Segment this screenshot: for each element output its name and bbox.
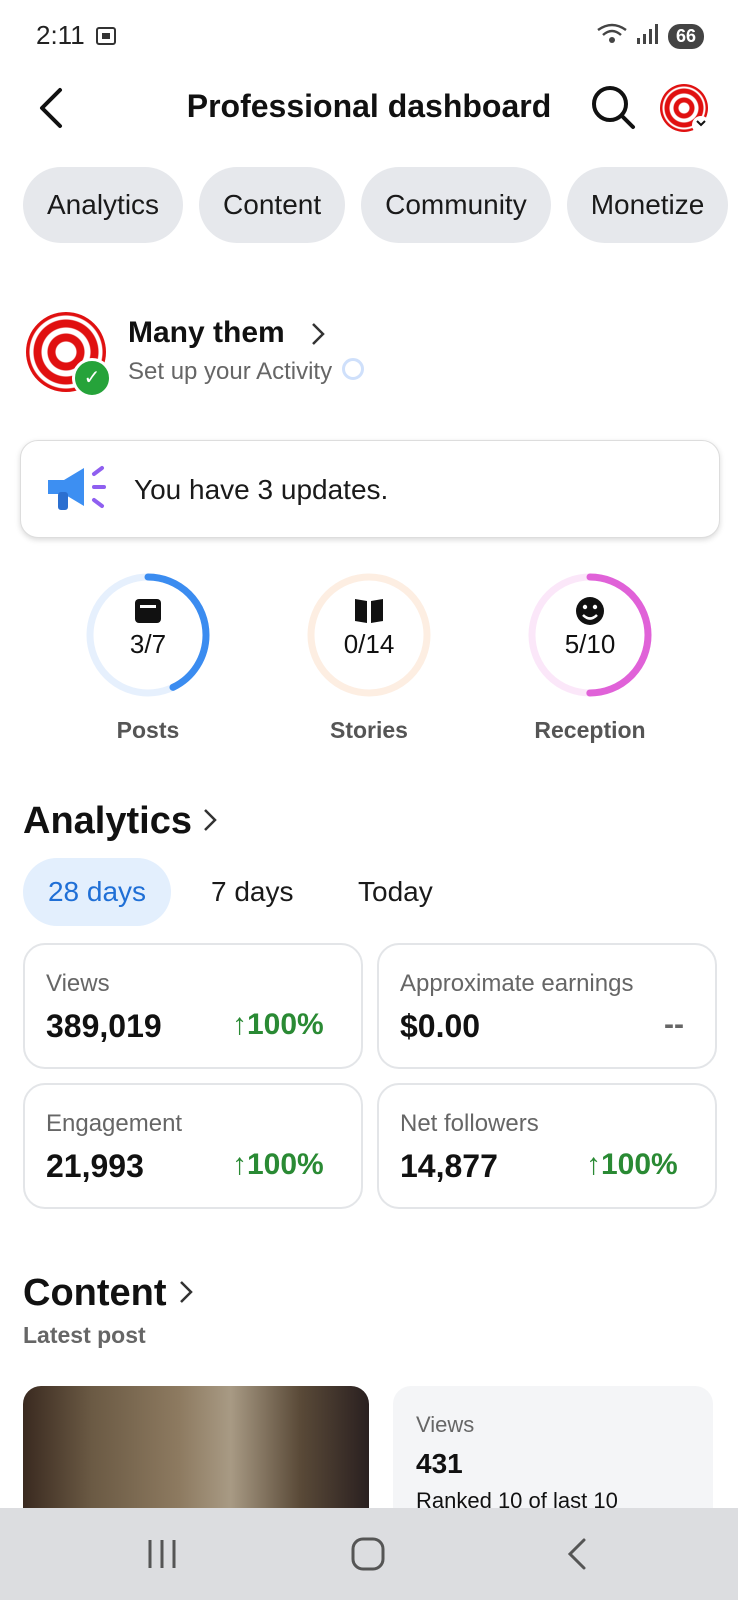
chevron-down-icon[interactable]	[692, 116, 710, 134]
ring-label: Reception	[534, 717, 646, 743]
reception-icon	[576, 597, 604, 625]
metric-card-earnings[interactable]	[377, 943, 717, 1069]
metric-change: ↑100%	[232, 1008, 324, 1042]
metric-label: Approximate earnings	[400, 970, 634, 997]
metric-card-views[interactable]	[23, 943, 363, 1069]
metric-label: Engagement	[46, 1110, 183, 1137]
check-icon: ✓	[72, 358, 112, 398]
nav-back-icon[interactable]	[560, 1536, 596, 1577]
post-views-label: Views	[416, 1412, 475, 1437]
period-28-days[interactable]: 28 days	[23, 858, 171, 926]
latest-post-label: Latest post	[23, 1322, 146, 1348]
arrow-up-icon: ↑	[232, 1148, 247, 1181]
progress-spinner-icon	[342, 358, 364, 380]
metric-change-value: 100%	[247, 1008, 324, 1041]
status-time: 2:11	[36, 20, 85, 50]
period-7-days[interactable]: 7 days	[211, 858, 294, 926]
metric-value: $0.00	[400, 1008, 481, 1044]
arrow-up-icon: ↑	[586, 1148, 601, 1181]
wifi-icon	[596, 22, 628, 51]
content-title[interactable]: Content	[23, 1272, 167, 1315]
metric-change: --	[664, 1008, 684, 1041]
metric-change-value: 100%	[601, 1148, 678, 1181]
metric-change-value: 100%	[247, 1148, 324, 1181]
profile-name[interactable]: Many them	[128, 316, 285, 350]
post-views-value: 431	[416, 1448, 463, 1479]
recent-apps-icon[interactable]	[144, 1536, 180, 1577]
metric-card-net-followers[interactable]	[377, 1083, 717, 1209]
period-today[interactable]: Today	[358, 858, 433, 926]
metric-change: ↑100%	[232, 1148, 324, 1182]
ring-value: 0/14	[343, 629, 395, 659]
posts-icon	[135, 599, 161, 623]
metric-label: Net followers	[400, 1110, 539, 1137]
metric-card-engagement[interactable]	[23, 1083, 363, 1209]
chevron-right-icon[interactable]	[308, 320, 328, 353]
tab-chips: Analytics Content Community Monetize	[23, 167, 729, 243]
analytics-title[interactable]: Analytics	[23, 800, 192, 843]
updates-text: You have 3 updates.	[134, 474, 389, 505]
metric-label: Views	[46, 970, 110, 997]
chevron-right-icon[interactable]	[176, 1278, 196, 1311]
tab-community[interactable]: Community	[361, 167, 551, 243]
metric-value: 14,877	[400, 1148, 498, 1184]
ring-value: 5/10	[564, 629, 616, 659]
megaphone-icon	[44, 462, 108, 519]
tab-monetize[interactable]: Monetize	[566, 167, 729, 243]
latest-post-thumbnail[interactable]	[23, 1386, 369, 1516]
stories-icon	[355, 599, 383, 623]
arrow-up-icon: ↑	[232, 1008, 247, 1041]
ring-value: 3/7	[129, 629, 167, 659]
ring-label: Stories	[330, 717, 408, 743]
screenshot-icon	[94, 24, 118, 53]
tab-analytics[interactable]: Analytics	[23, 167, 184, 243]
ring-label: Posts	[116, 717, 180, 743]
home-icon[interactable]	[350, 1536, 386, 1577]
tab-content[interactable]: Content	[199, 167, 346, 243]
profile-subtitle[interactable]: Set up your Activity	[128, 358, 332, 386]
chevron-right-icon[interactable]	[200, 806, 220, 839]
metric-value: 389,019	[46, 1008, 162, 1044]
metric-change: ↑100%	[586, 1148, 678, 1182]
search-icon[interactable]	[590, 84, 636, 135]
battery-indicator: 66	[667, 24, 704, 49]
signal-icon	[636, 22, 660, 51]
metric-value: 21,993	[46, 1148, 144, 1184]
